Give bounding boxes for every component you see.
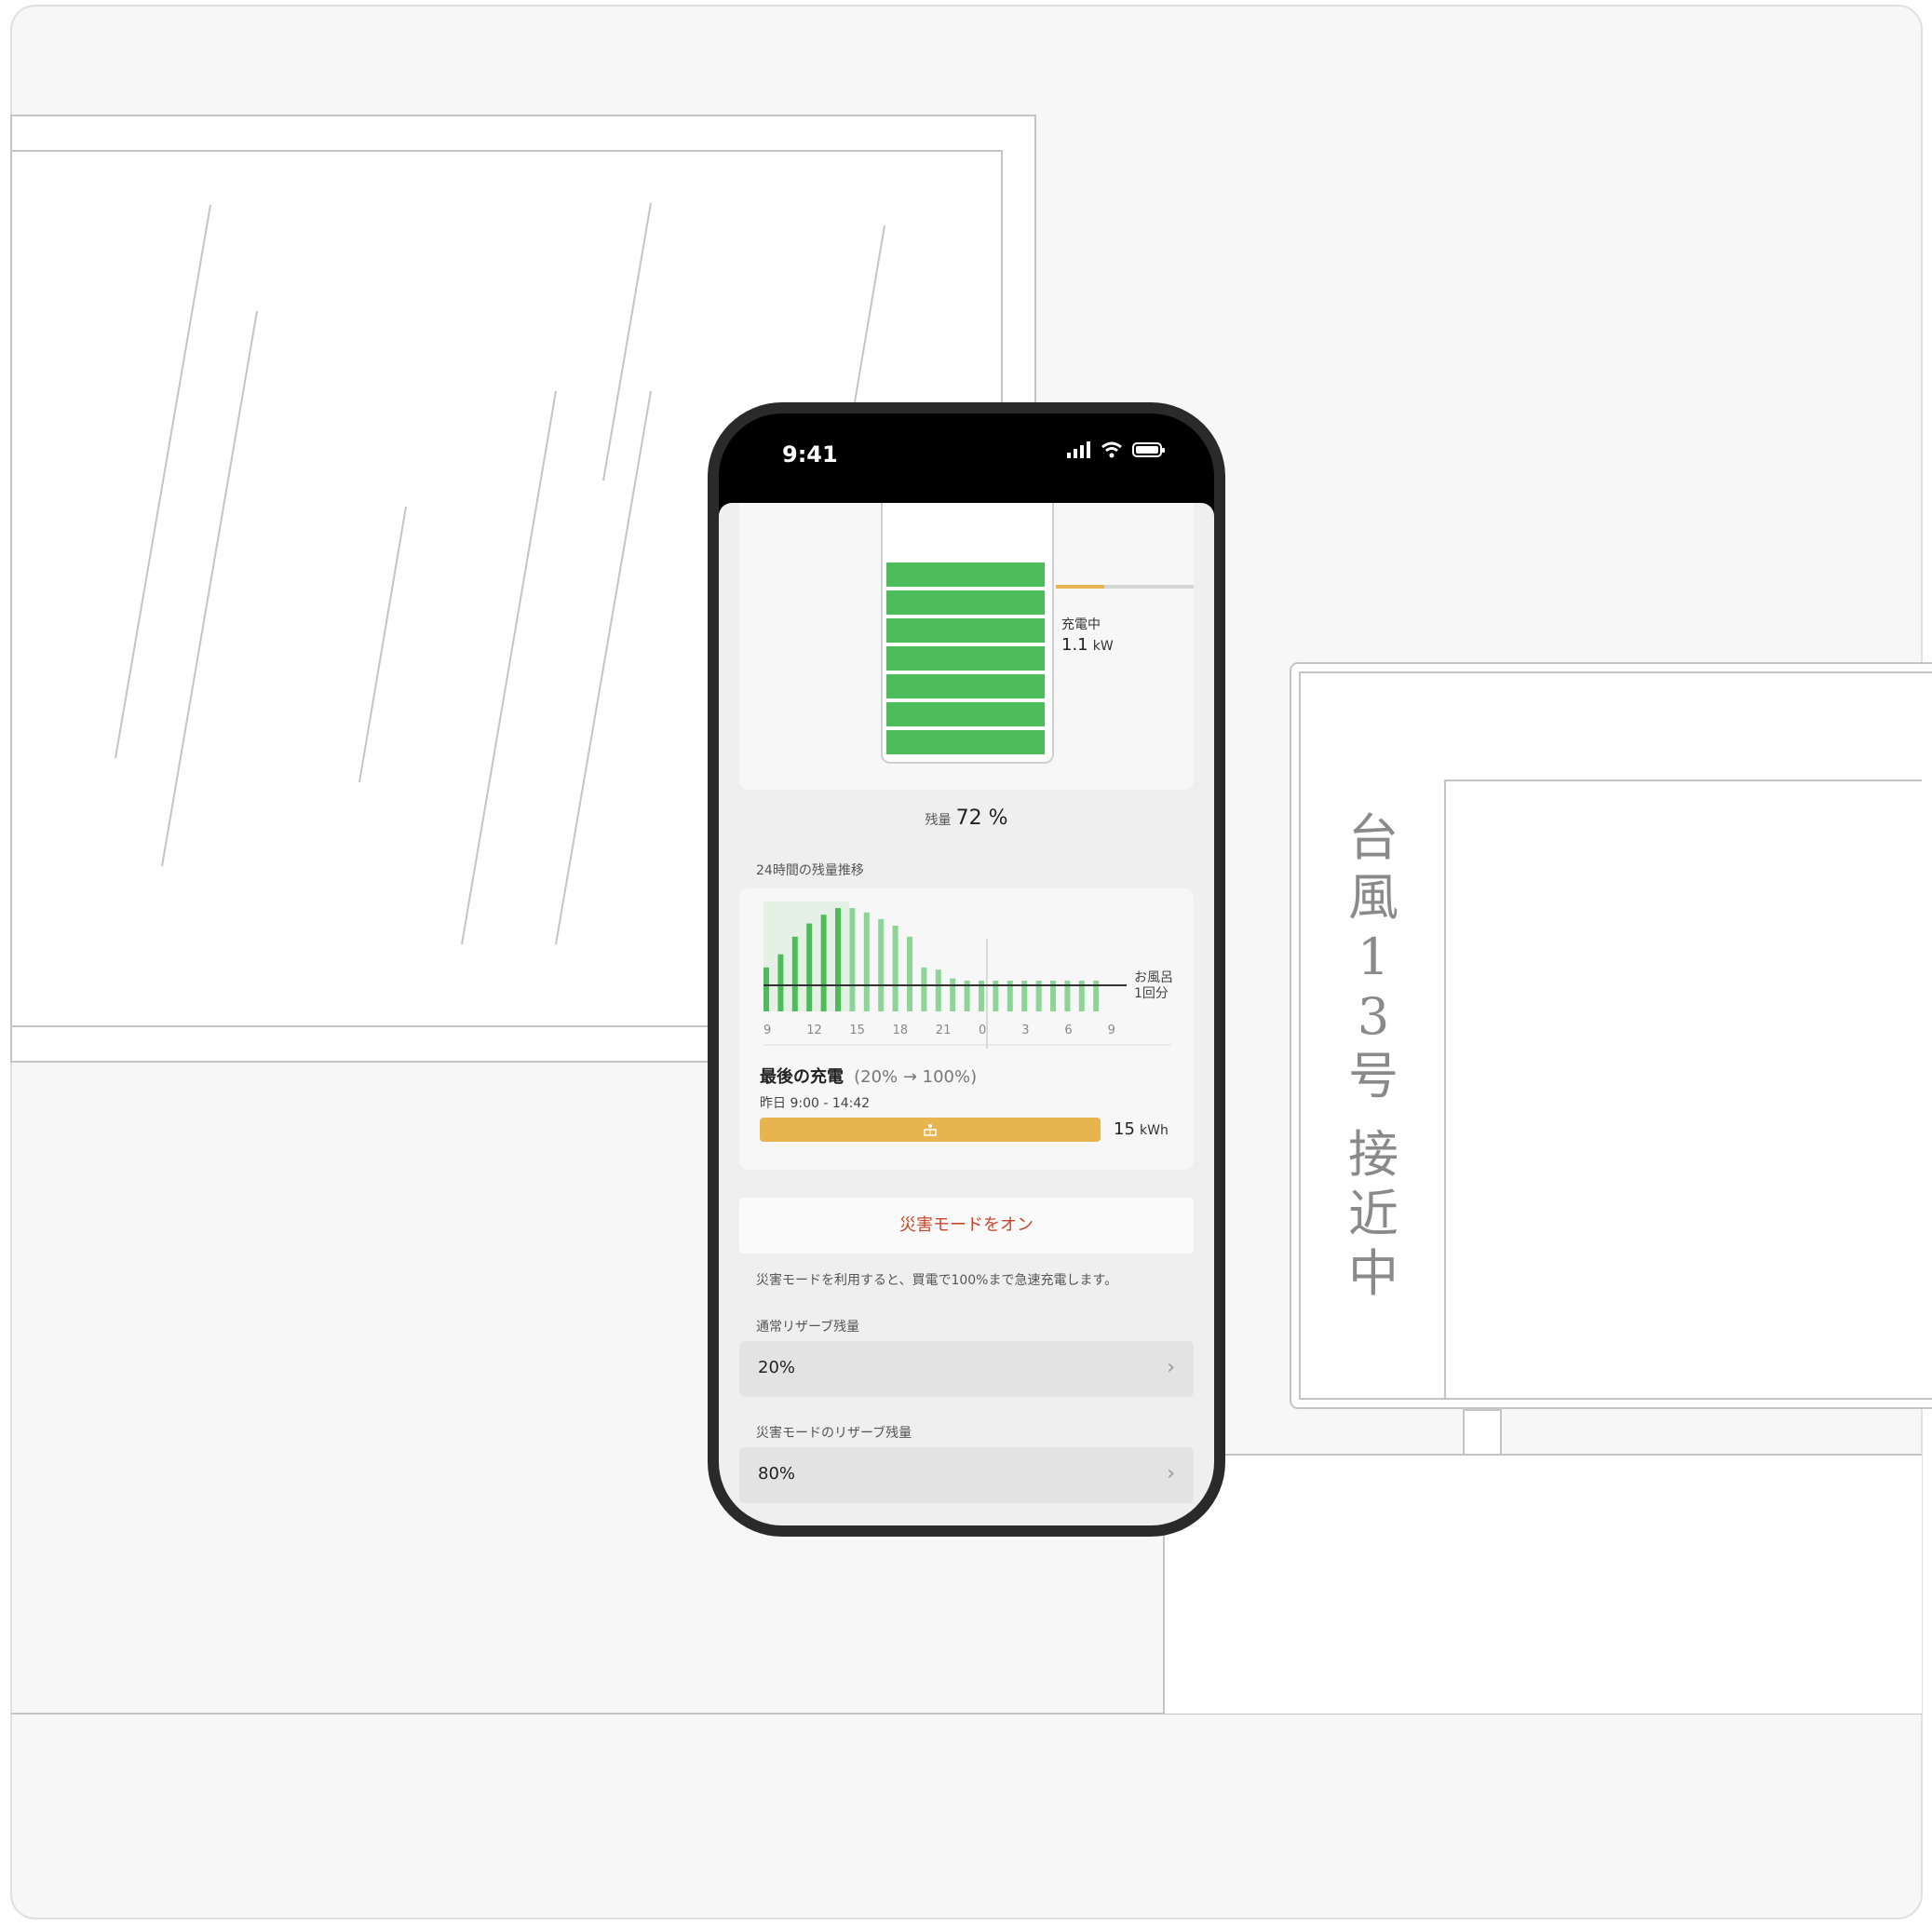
chart-bar (791, 936, 798, 1011)
headline-character: 3 (1357, 987, 1390, 1046)
charge-progress-track (1056, 585, 1194, 589)
normal-reserve-label: 通常リザーブ残量 (756, 1320, 860, 1335)
battery-cell (886, 702, 1045, 726)
battery-card: 充電中 1.1 kW (739, 503, 1194, 790)
cellular-signal-icon (1067, 441, 1090, 458)
headline-character: 1 (1357, 928, 1390, 986)
chart-bar (878, 918, 885, 1011)
headline-character: 接 (1348, 1125, 1398, 1184)
chart-bar (849, 908, 856, 1011)
battery-cell (886, 646, 1045, 671)
headline-character: 号 (1348, 1047, 1398, 1105)
solar-icon (924, 1124, 937, 1136)
chart-bar (763, 967, 769, 1011)
tv-headline: 台風13号接近中 (1341, 808, 1406, 1304)
x-tick-label: 15 (849, 1024, 865, 1037)
chevron-right-icon: › (1167, 1356, 1175, 1379)
battery-cell (886, 730, 1045, 754)
history-title: 24時間の残量推移 (756, 863, 864, 878)
x-tick-label: 6 (1064, 1024, 1072, 1037)
disaster-reserve-row[interactable]: 80% › (739, 1447, 1194, 1503)
chart-bar (935, 969, 941, 1011)
chart-bar (907, 936, 912, 1011)
headline-character: 台 (1348, 808, 1398, 867)
chart-bar (950, 978, 956, 1011)
x-tick-label: 18 (893, 1024, 909, 1037)
wifi-icon (1101, 441, 1122, 458)
headline-character: 中 (1348, 1244, 1398, 1303)
x-tick-label: 0 (979, 1024, 986, 1037)
battery-graphic (881, 503, 1054, 764)
charge-progress-fill (1056, 585, 1104, 589)
energy-unit: kWh (1140, 1123, 1169, 1138)
status-time: 9:41 (782, 441, 838, 468)
chart-bar (835, 908, 841, 1011)
last-charge-range: (20% → 100%) (854, 1067, 978, 1087)
status-icons (1067, 441, 1166, 458)
charging-label: 充電中 (1061, 617, 1101, 632)
annotation-line1: お風呂 (1134, 970, 1173, 985)
x-tick-label: 9 (1108, 1024, 1115, 1037)
battery-cell (886, 590, 1045, 615)
bottom-sheet: 充電中 1.1 kW 残量 72 % 24時間の残量推移 9 12 15 18 … (719, 503, 1214, 1525)
status-bar: 9:41 (719, 413, 1214, 488)
disaster-mode-button[interactable]: 災害モードをオン (739, 1198, 1194, 1254)
annotation-line2: 1回分 (1134, 986, 1169, 1001)
chart-bar (892, 925, 898, 1011)
disaster-description: 災害モードを利用すると、買電で100%まで急速充電します。 (756, 1273, 1118, 1288)
chart-bar (806, 923, 813, 1011)
last-charge-energy: 15 kWh (1114, 1119, 1169, 1139)
energy-value: 15 (1114, 1119, 1135, 1139)
disaster-reserve-label: 災害モードのリザーブ残量 (756, 1426, 912, 1441)
last-charge-heading: 最後の充電 (20% → 100%) (760, 1064, 977, 1088)
normal-reserve-row[interactable]: 20% › (739, 1341, 1194, 1397)
power-unit: kW (1092, 639, 1114, 654)
battery-cell (886, 563, 1045, 587)
chart-bar (921, 967, 927, 1011)
remaining-label: 残量 (925, 813, 952, 828)
headline-character: 風 (1348, 868, 1398, 927)
history-chart: 9 12 15 18 21 0 3 6 9 (763, 901, 1171, 1049)
last-charge-bar (760, 1118, 1101, 1142)
remaining-value: 72 % (955, 807, 1008, 830)
phone-screen: 9:41 充電中 1.1 kW 残量 72 % 24時間の残量推移 9 12 1… (719, 413, 1214, 1525)
battery-cell (886, 618, 1045, 643)
headline-character (1341, 1106, 1406, 1125)
last-charge-title: 最後の充電 (760, 1067, 844, 1087)
last-charge-time: 昨日 9:00 - 14:42 (760, 1096, 871, 1111)
headline-character: 近 (1348, 1185, 1398, 1243)
x-tick-label: 3 (1021, 1024, 1029, 1037)
chart-bar (863, 912, 870, 1011)
remaining-readout: 残量 72 % (719, 807, 1214, 830)
chart-bar (777, 954, 784, 1011)
scene: 台風13号接近中 9:41 充電中 1.1 kW 残量 72 % 24時間の残量… (0, 0, 1932, 1925)
phone-frame: 9:41 充電中 1.1 kW 残量 72 % 24時間の残量推移 9 12 1… (708, 402, 1225, 1537)
battery-cell (886, 674, 1045, 698)
chevron-right-icon: › (1167, 1462, 1175, 1485)
charging-power: 1.1 kW (1061, 635, 1114, 655)
battery-status-icon (1132, 442, 1165, 457)
x-tick-label: 9 (763, 1024, 771, 1037)
x-tick-label: 12 (806, 1024, 822, 1037)
reference-annotation: お風呂 1回分 (1134, 970, 1173, 1002)
disaster-reserve-value: 80% (758, 1464, 796, 1484)
chart-bar (820, 915, 827, 1011)
history-card: 9 12 15 18 21 0 3 6 9 お風呂 1回分 最後の充電 (20% → 100%)… (739, 888, 1194, 1170)
x-tick-label: 21 (936, 1024, 952, 1037)
normal-reserve-value: 20% (758, 1358, 796, 1377)
power-value: 1.1 (1061, 635, 1088, 655)
